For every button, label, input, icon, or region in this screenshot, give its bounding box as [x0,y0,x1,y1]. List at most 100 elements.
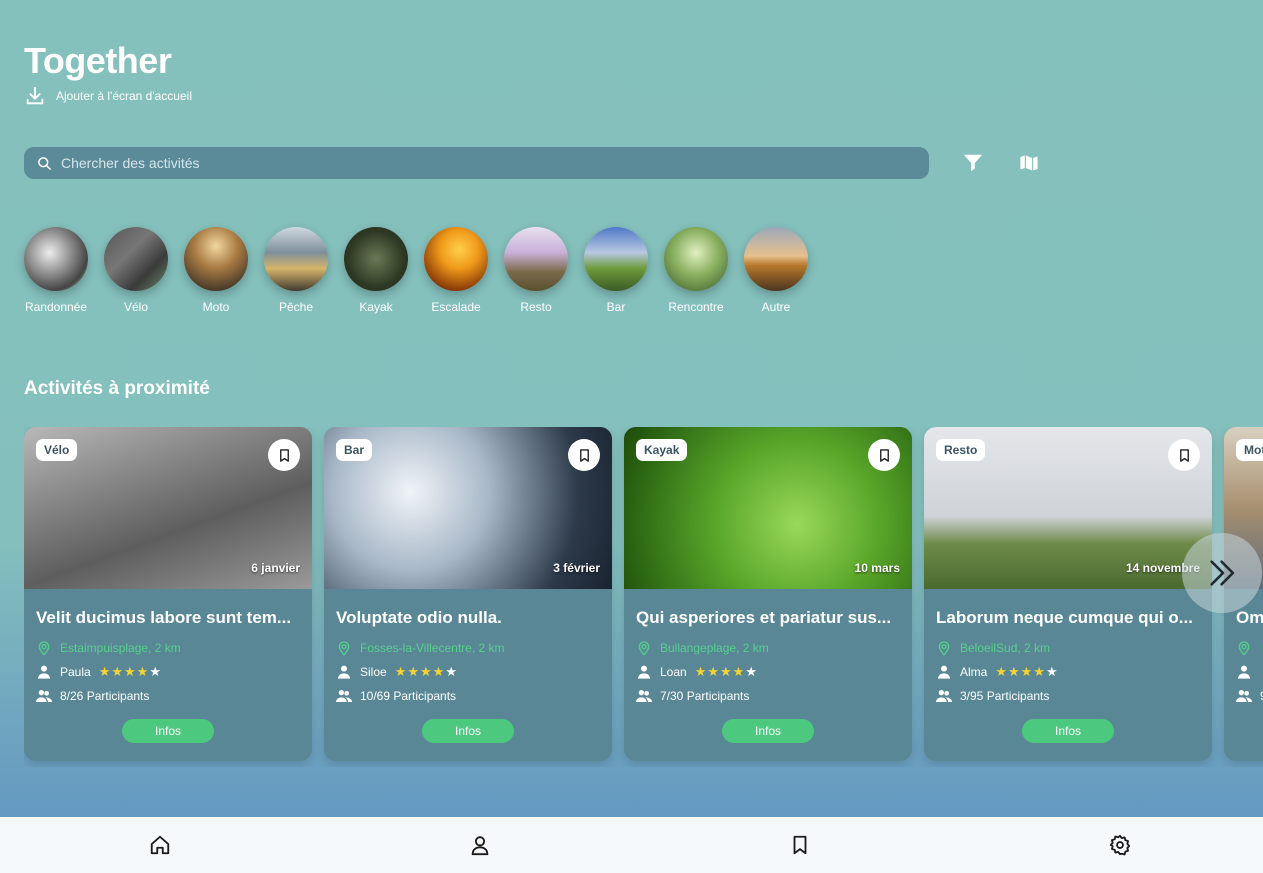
participants-icon [36,690,52,702]
category-moto[interactable]: Moto [184,227,248,314]
download-icon [26,86,44,105]
rating-stars: ★★★★★ [694,664,758,679]
nav-settings[interactable] [1109,834,1131,856]
infos-button[interactable]: Infos [722,719,814,743]
activity-card[interactable]: Kayak 10 mars Qui asperiores et pariatur… [624,427,912,761]
infos-button[interactable]: Infos [1022,719,1114,743]
category-image [664,227,728,291]
category-badge: Kayak [636,439,688,461]
participants-icon [1236,690,1252,702]
category-velo[interactable]: Vélo [104,227,168,314]
bookmark-button[interactable] [1168,439,1200,471]
category-autre[interactable]: Autre [744,227,808,314]
section-title: Activités à proximité [24,378,210,399]
activity-organizer: Alma ★★★★★ [936,664,1200,680]
carousel-next-button[interactable] [1182,533,1262,613]
participants-text: 10/69 Participants [360,689,457,703]
bookmark-button[interactable] [568,439,600,471]
category-label: Escalade [431,300,481,314]
activity-image: Vélo 6 janvier [24,427,312,589]
category-image [744,227,808,291]
app-title: Together [24,40,172,81]
activity-card[interactable]: Bar 3 février Voluptate odio nulla. Foss… [324,427,612,761]
category-image [24,227,88,291]
category-image [344,227,408,291]
user-icon [638,665,650,679]
activity-image: Resto 14 novembre [924,427,1212,589]
activity-image: Bar 3 février [324,427,612,589]
nav-home[interactable] [149,834,171,856]
activity-participants: 8/26 Participants [36,688,300,704]
category-label: Randonnée [24,300,88,314]
organizer-name: Alma [960,665,988,679]
map-button[interactable] [1016,150,1042,176]
location-pin-icon [938,641,950,656]
activity-title: Velit ducimus labore sunt tem... [36,608,292,627]
organizer-name: Paula [60,665,91,679]
infos-button[interactable]: Infos [422,719,514,743]
activity-participants: 7/30 Participants [636,688,900,704]
category-badge: Vélo [36,439,78,461]
user-icon [338,665,350,679]
category-image [504,227,568,291]
search-bar[interactable] [24,147,929,179]
bookmark-icon [1179,448,1189,462]
category-image [184,227,248,291]
location-pin-icon [638,641,650,656]
search-input[interactable] [61,155,881,171]
filter-icon [963,154,983,172]
activity-date: 6 janvier [251,561,300,575]
add-to-home-label: Ajouter à l'écran d'accueil [56,89,192,103]
activity-date: 3 février [553,561,600,575]
category-label: Kayak [359,300,393,314]
category-label: Autre [761,300,791,314]
category-peche[interactable]: Pêche [264,227,328,314]
activity-title: Qui asperiores et pariatur sus... [636,608,892,627]
user-icon [1238,665,1250,679]
location-text: Estaimpuisplage, 2 km [60,641,181,655]
activity-title: Laborum neque cumque qui o... [936,608,1193,627]
category-label: Moto [202,300,230,314]
rating-stars: ★★★★★ [995,664,1059,679]
infos-button[interactable]: Infos [122,719,214,743]
bookmark-button[interactable] [868,439,900,471]
category-badge: Mot [1236,439,1263,461]
activity-image: Kayak 10 mars [624,427,912,589]
activity-date: 10 mars [854,561,900,575]
location-pin-icon [1238,641,1250,656]
category-bar[interactable]: Bar [584,227,648,314]
profile-icon [471,836,489,856]
category-image [104,227,168,291]
participants-text: 7/30 Participants [660,689,750,703]
category-label: Pêche [278,300,314,314]
bookmark-button[interactable] [268,439,300,471]
category-escalade[interactable]: Escalade [424,227,488,314]
category-randonnee[interactable]: Randonnée [24,227,88,314]
rating-stars: ★★★★★ [98,664,162,679]
activity-participants: 9 [1236,688,1263,704]
rating-stars: ★★★★★ [394,664,458,679]
filter-button[interactable] [960,150,986,176]
activity-participants: 10/69 Participants [336,688,600,704]
bookmark-icon [279,448,289,462]
category-rencontre[interactable]: Rencontre [664,227,728,314]
category-badge: Bar [336,439,373,461]
nav-profile[interactable] [469,834,491,856]
category-resto[interactable]: Resto [504,227,568,314]
category-label: Rencontre [668,300,724,314]
bookmark-icon [579,448,589,462]
double-chevron-right-icon [1210,560,1235,586]
participants-icon [936,690,952,702]
category-label: Bar [606,300,626,314]
activity-participants: 3/95 Participants [936,688,1200,704]
activity-organizer: Paula ★★★★★ [36,664,300,680]
activity-location: Fosses-la-Villecentre, 2 km [336,640,600,656]
category-kayak[interactable]: Kayak [344,227,408,314]
settings-icon [1109,834,1131,856]
activity-card[interactable]: Resto 14 novembre Laborum neque cumque q… [924,427,1212,761]
category-label: Vélo [123,300,149,314]
add-to-home-link[interactable]: Ajouter à l'écran d'accueil [24,85,192,107]
activity-card[interactable]: Vélo 6 janvier Velit ducimus labore sunt… [24,427,312,761]
bookmark-icon [793,835,807,855]
nav-bookmarks[interactable] [789,834,811,856]
